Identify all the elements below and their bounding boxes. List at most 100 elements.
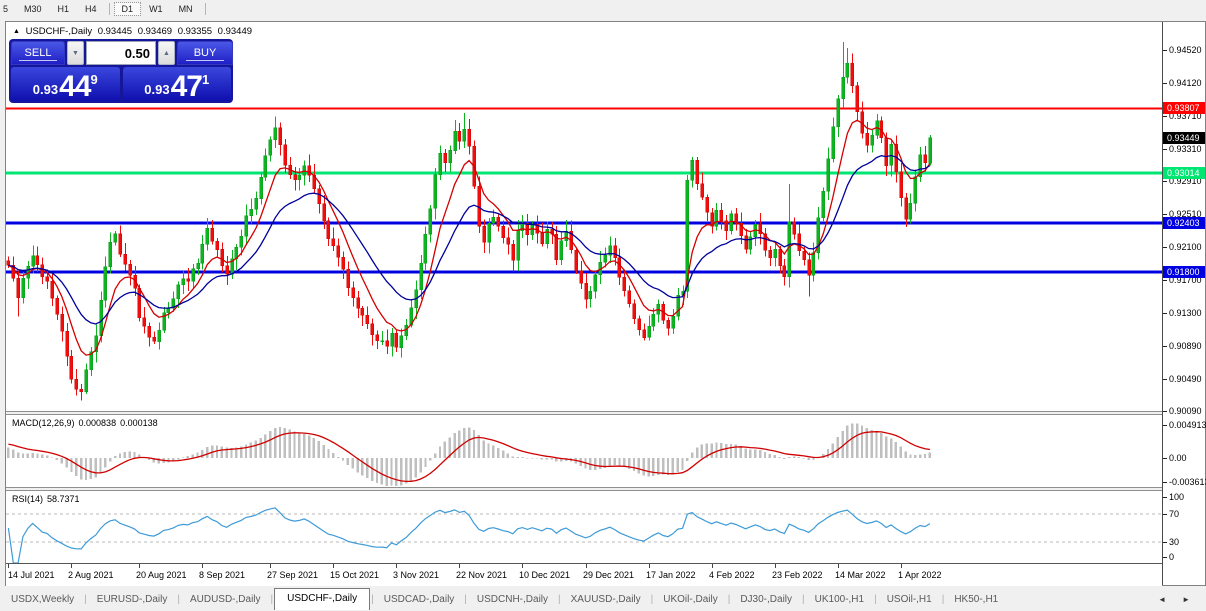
time-axis-label: 14 Jul 2021 (8, 570, 55, 580)
axis-tick-label: 30 (1169, 537, 1180, 547)
tab-separator: | (558, 594, 561, 605)
axis-tick (1163, 116, 1167, 118)
symbol-tab-usdx[interactable]: USDX,Weekly (2, 590, 83, 609)
tab-separator: | (177, 594, 180, 605)
buy-button[interactable]: BUY (177, 41, 233, 65)
buy-price-small: 0.93 (144, 82, 170, 97)
volume-increase-button[interactable]: ▲ (158, 41, 175, 65)
symbol-tab-usdchf[interactable]: USDCHF-,Daily (274, 587, 371, 610)
axis-tick (1163, 411, 1167, 413)
axis-tick (1163, 458, 1167, 459)
timeframe-button-mn[interactable]: MN (172, 3, 200, 15)
axis-tick (1163, 345, 1167, 347)
timeframe-button-m30[interactable]: M30 (17, 3, 49, 15)
price-chart-pane[interactable]: ▲ USDCHF-,Daily 0.93445 0.93469 0.93355 … (6, 22, 1162, 411)
time-axis-tick (459, 564, 460, 568)
timeframe-button-d1[interactable]: D1 (113, 1, 142, 16)
symbol-tab-usdcnh[interactable]: USDCNH-,Daily (468, 590, 557, 609)
axis-tick (1163, 214, 1167, 216)
time-axis-tick (901, 564, 902, 568)
axis-tick (1163, 482, 1167, 484)
axis-tick (1163, 279, 1167, 281)
time-axis-label: 3 Nov 2021 (393, 570, 440, 580)
time-axis-label: 4 Feb 2022 (709, 570, 755, 580)
time-axis-label: 20 Aug 2021 (136, 570, 187, 580)
axis-tick (1163, 378, 1167, 380)
symbol-tab-ukoil[interactable]: UKOil-,Daily (654, 590, 726, 609)
panel-collapse-icon[interactable]: ▲ (13, 28, 20, 35)
time-axis-label: 8 Sep 2021 (199, 570, 246, 580)
axis-tick (1163, 82, 1167, 84)
axis-tick-label: 70 (1169, 509, 1180, 519)
time-axis-tick (838, 564, 839, 568)
axis-tick-label: 0.90490 (1169, 373, 1202, 384)
buy-price-big: 47 (170, 70, 203, 103)
symbol-tab-uk100[interactable]: UK100-,H1 (806, 590, 873, 609)
tab-scroll-arrows: ◄ ► (1158, 595, 1190, 604)
axis-tick (1163, 557, 1167, 558)
axis-tick-label: 0.91300 (1169, 307, 1202, 318)
tab-scroll-right-icon[interactable]: ► (1182, 595, 1190, 604)
timeframe-button-h4[interactable]: H4 (78, 3, 104, 15)
timeframe-button-w1[interactable]: W1 (142, 3, 170, 15)
price-axis[interactable]: 0.94520 0.94120 0.93710 0.93310 0.92910 0.925… (1162, 22, 1206, 585)
sell-button[interactable]: SELL (11, 41, 65, 65)
time-axis-label: 27 Sep 2021 (267, 570, 319, 580)
tab-scroll-left-icon[interactable]: ◄ (1158, 595, 1166, 604)
level-price-box: 0.93014 (1163, 167, 1205, 179)
axis-tick-label: 100 (1169, 492, 1185, 502)
symbol-tab-usdcad[interactable]: USDCAD-,Daily (375, 590, 464, 609)
axis-tick-label: -0.003613 (1169, 477, 1206, 488)
symbol-tab-eurusd[interactable]: EURUSD-,Daily (88, 590, 177, 609)
arrow-up-icon: ▲ (163, 49, 170, 57)
tab-separator: | (874, 594, 877, 605)
time-axis-tick (649, 564, 650, 568)
time-axis-tick (522, 564, 523, 568)
volume-decrease-button[interactable]: ▼ (67, 41, 84, 65)
time-axis-label: 15 Oct 2021 (330, 570, 380, 580)
time-axis-label: 23 Feb 2022 (772, 570, 823, 580)
symbol-tab-hk50[interactable]: HK50-,H1 (945, 590, 1007, 609)
axis-tick (1163, 50, 1167, 52)
time-axis-label: 22 Nov 2021 (456, 570, 508, 580)
ohlc-high: 0.93469 (137, 26, 173, 37)
volume-input[interactable] (86, 41, 156, 65)
time-axis-tick (139, 564, 140, 568)
level-price-box: 0.92403 (1163, 216, 1205, 229)
axis-tick (1163, 514, 1167, 515)
axis-tick-label: 0.00 (1169, 453, 1187, 463)
level-price-box: 0.91800 (1163, 265, 1205, 278)
symbol-tab-audusd[interactable]: AUDUSD-,Daily (181, 590, 270, 609)
time-axis-tick (270, 564, 271, 568)
symbol-tab-usoil[interactable]: USOil-,H1 (878, 590, 941, 609)
timeframe-button-5[interactable]: 5 (1, 3, 15, 15)
chart-window: ▲ USDCHF-,Daily 0.93445 0.93469 0.93355 … (5, 21, 1206, 586)
tab-separator: | (941, 594, 945, 605)
time-axis-tick (202, 564, 203, 568)
axis-tick (1163, 497, 1167, 498)
buy-price-pip: 1 (201, 72, 210, 87)
buy-price-panel[interactable]: 0.93 47 1 (122, 67, 231, 103)
time-axis-label: 14 Mar 2022 (835, 570, 886, 580)
axis-tick-label: 0.004913 (1169, 420, 1206, 430)
macd-pane[interactable]: MACD(12,26,9) 0.000838 0.000138 (6, 415, 1162, 487)
time-axis-tick (712, 564, 713, 568)
rsi-pane[interactable]: RSI(14) 58.7371 (6, 491, 1162, 563)
toolbar-separator (204, 2, 206, 15)
time-axis[interactable]: 14 Jul 2021 2 Aug 2021 20 Aug 2021 8 Sep 20… (6, 563, 1162, 586)
sell-price-pip: 9 (90, 72, 98, 87)
rsi-chart (6, 507, 1162, 563)
timeframe-button-h1[interactable]: H1 (51, 3, 77, 15)
tab-separator: | (802, 594, 805, 605)
tab-separator: | (727, 594, 731, 605)
symbol-tab-xauusd[interactable]: XAUUSD-,Daily (562, 590, 650, 609)
time-axis-tick (775, 564, 776, 568)
sell-price-panel[interactable]: 0.93 44 9 (11, 67, 120, 102)
axis-tick (1163, 247, 1167, 249)
time-axis-label: 10 Dec 2021 (519, 570, 571, 580)
symbol-tab-dj30[interactable]: DJ30-,Daily (731, 590, 801, 609)
symbol-tab-bar: USDX,Weekly | EURUSD-,Daily | AUDUSD-,Daily |… (0, 587, 1206, 611)
moving-average-line (8, 119, 931, 356)
time-axis-tick (586, 564, 587, 568)
axis-tick (1163, 148, 1167, 150)
